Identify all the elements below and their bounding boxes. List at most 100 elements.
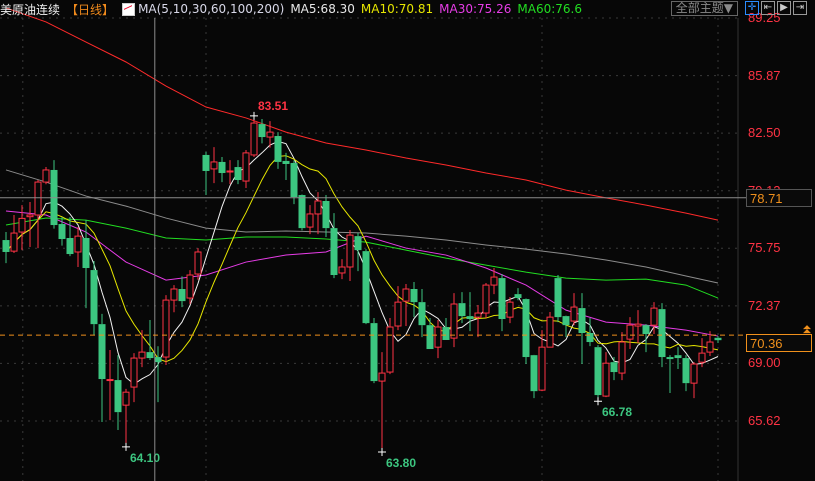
candle-body bbox=[378, 372, 386, 382]
candle-body bbox=[258, 124, 266, 138]
candle-down bbox=[330, 213, 338, 279]
crosshair-icon[interactable]: ✛ bbox=[745, 1, 759, 15]
theme-dropdown[interactable]: 全部主题▼ bbox=[670, 0, 738, 16]
candle-body bbox=[482, 284, 490, 314]
candle-up bbox=[170, 285, 178, 313]
candle-body bbox=[586, 332, 594, 343]
candle-body bbox=[634, 323, 642, 327]
crosshair-price-label: 78.71 bbox=[746, 188, 812, 207]
ma5-value: MA5:68.30 bbox=[290, 2, 355, 16]
candle-up bbox=[106, 350, 114, 421]
candle-body bbox=[162, 299, 170, 358]
y-tick-label: 65.62 bbox=[748, 413, 781, 428]
candle-body bbox=[562, 316, 570, 326]
candle-up bbox=[26, 202, 34, 248]
candle-body bbox=[450, 303, 458, 339]
y-tick-label: 69.00 bbox=[748, 355, 781, 371]
candle-body bbox=[538, 346, 546, 391]
candle-body bbox=[602, 362, 610, 397]
candle-body bbox=[202, 154, 210, 171]
candle-body bbox=[418, 302, 426, 326]
candle-down bbox=[410, 282, 418, 318]
moving-averages bbox=[5, 7, 719, 385]
candle-down bbox=[666, 355, 674, 394]
move-right-icon[interactable]: ⇥ bbox=[793, 1, 807, 15]
candle-body bbox=[346, 234, 354, 268]
candle-up bbox=[690, 362, 698, 399]
candle-body bbox=[82, 238, 90, 269]
candle-body bbox=[154, 357, 162, 363]
chart-toolbar: 全部主题▼ ✛ ⇤ ▶ ⇥ bbox=[670, 0, 815, 16]
candle-down bbox=[498, 273, 506, 332]
ma-settings[interactable]: MA(5,10,30,60,100,200) bbox=[138, 2, 284, 16]
candle-body bbox=[18, 217, 26, 233]
candle-body bbox=[130, 357, 138, 388]
candle-body bbox=[594, 347, 602, 396]
period-label[interactable]: 【日线】 bbox=[66, 1, 114, 18]
play-forward-icon[interactable]: ▶ bbox=[777, 1, 791, 15]
candle-body bbox=[402, 288, 410, 302]
candle-body bbox=[514, 294, 522, 299]
indicator-chart-icon[interactable] bbox=[122, 2, 136, 16]
extreme-marker bbox=[250, 111, 258, 120]
line-ma100 bbox=[5, 169, 719, 284]
candle-up bbox=[602, 352, 610, 398]
y-tick-label: 75.75 bbox=[748, 240, 781, 256]
last-price-arrow-icon bbox=[803, 325, 811, 334]
candle-body bbox=[682, 358, 690, 384]
candle-body bbox=[618, 341, 626, 374]
candle-up bbox=[338, 259, 346, 280]
candle-down bbox=[202, 151, 210, 196]
candle-body bbox=[410, 288, 418, 303]
candle-up bbox=[474, 305, 482, 338]
candle-body bbox=[466, 316, 474, 320]
bracket-close: 】 bbox=[102, 2, 115, 17]
candle-down bbox=[674, 347, 682, 369]
candle-down bbox=[714, 336, 722, 344]
candle-body bbox=[314, 200, 322, 215]
candle-body bbox=[210, 161, 218, 170]
candle-body bbox=[90, 270, 98, 325]
candle-body bbox=[610, 362, 618, 373]
candle-down bbox=[66, 217, 74, 257]
period-text: 日线 bbox=[78, 2, 103, 17]
candle-body bbox=[386, 326, 394, 373]
candle-body bbox=[250, 122, 258, 156]
bracket-open: 【 bbox=[66, 2, 79, 17]
candle-up bbox=[34, 180, 42, 249]
overlay: 83.51 64.10 63.80 66.78 bbox=[0, 18, 811, 481]
candle-down bbox=[354, 233, 362, 272]
candle-down bbox=[298, 194, 306, 231]
candle-body bbox=[434, 326, 442, 348]
zoom-range-icon[interactable]: ⇤ bbox=[761, 1, 775, 15]
candle-body bbox=[98, 324, 106, 380]
chart-header: 美原油连续 【日线】 MA(5,10,30,60,100,200) MA5:68… bbox=[0, 0, 588, 18]
candle-body bbox=[666, 357, 674, 360]
candle-body bbox=[522, 299, 530, 358]
candle-down bbox=[146, 320, 154, 360]
candle-down bbox=[554, 275, 562, 323]
candle-up bbox=[538, 330, 546, 392]
candle-body bbox=[490, 276, 498, 286]
candle-body bbox=[674, 355, 682, 359]
candle-down bbox=[530, 354, 538, 399]
candle-body bbox=[458, 303, 466, 317]
candle-body bbox=[554, 278, 562, 318]
candle-body bbox=[698, 352, 706, 363]
candle-body bbox=[370, 323, 378, 382]
candle-body bbox=[146, 352, 154, 359]
candle-up bbox=[226, 160, 234, 185]
candlestick-plot[interactable]: 83.51 64.10 63.80 66.78 bbox=[0, 0, 815, 481]
kline-chart-window: 美原油连续 【日线】 MA(5,10,30,60,100,200) MA5:68… bbox=[0, 0, 815, 481]
candle-body bbox=[338, 266, 346, 274]
candle-body bbox=[178, 288, 186, 302]
candle-body bbox=[170, 288, 178, 301]
ma60-value: MA60:76.6 bbox=[517, 2, 582, 16]
candle-up bbox=[626, 317, 634, 350]
candle-body bbox=[690, 363, 698, 384]
candle-down bbox=[610, 357, 618, 381]
candle-up bbox=[618, 332, 626, 381]
extreme-marker bbox=[378, 448, 386, 457]
symbol-name: 美原油连续 bbox=[0, 2, 61, 17]
candle-body bbox=[2, 240, 10, 252]
